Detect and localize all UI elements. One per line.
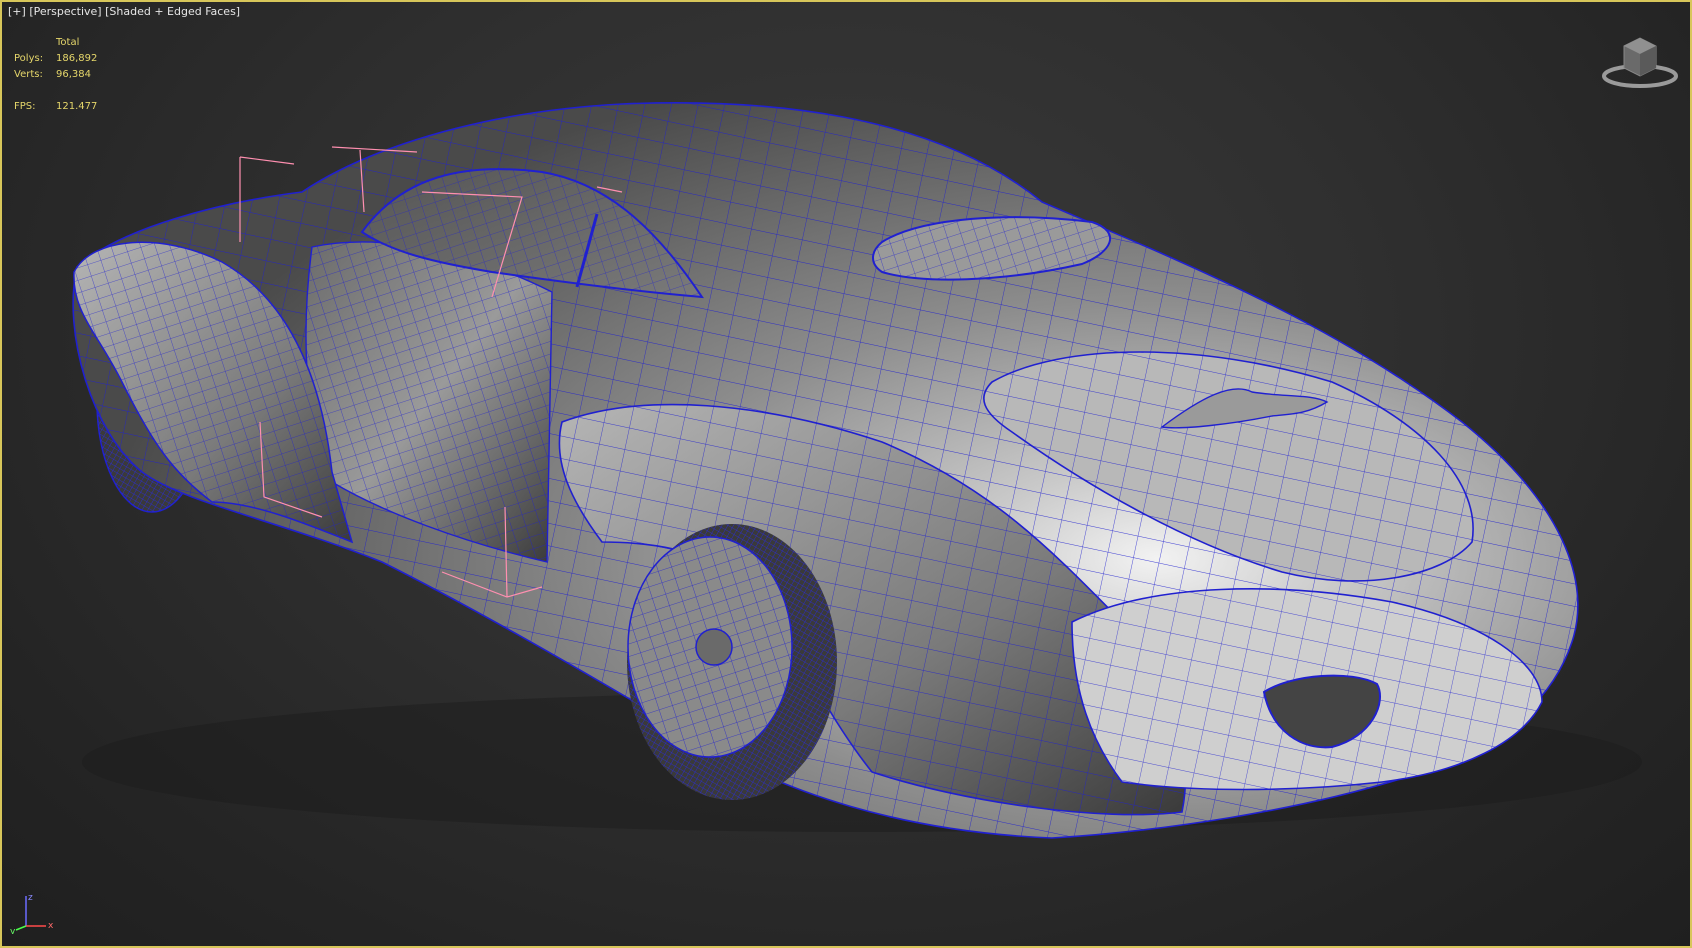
axis-z-label: z	[28, 893, 33, 903]
axis-y-label: y	[10, 927, 16, 934]
viewcube-icon[interactable]	[1600, 34, 1680, 94]
viewport-perspective[interactable]: [+] [Perspective] [Shaded + Edged Faces]…	[0, 0, 1692, 948]
axis-tripod-icon: z x y	[8, 890, 58, 937]
front-wheel	[627, 524, 837, 800]
car-wireframe-model[interactable]	[2, 2, 1690, 946]
axis-x-label: x	[48, 921, 54, 931]
